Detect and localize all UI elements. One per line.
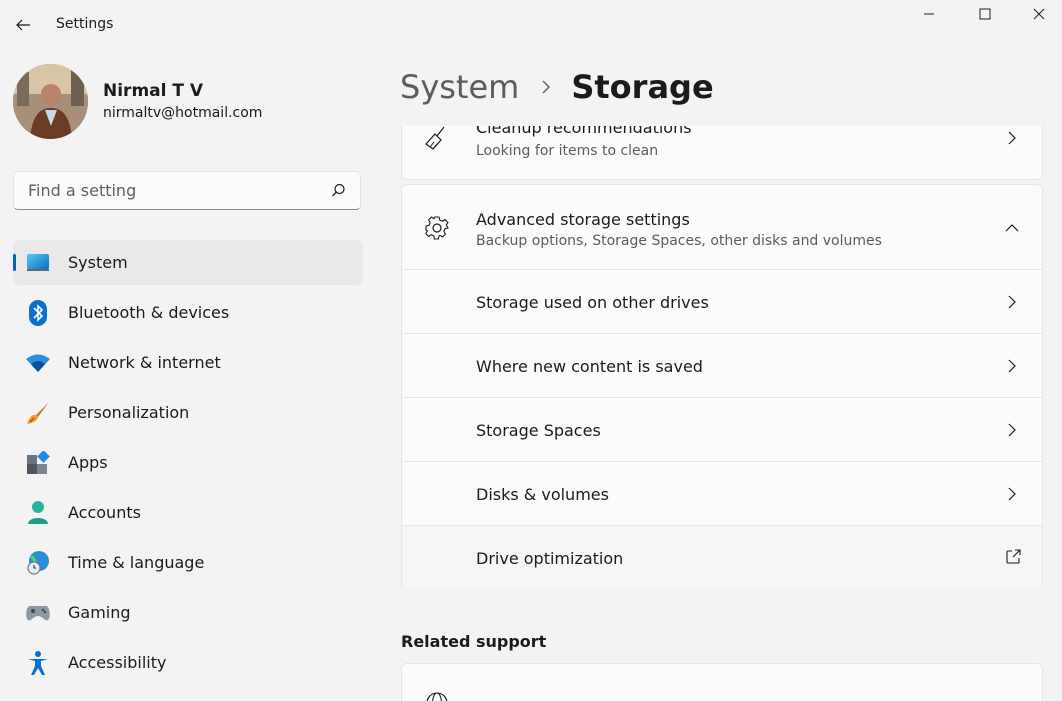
- globe-icon: [424, 690, 450, 701]
- sidebar-item-time-language[interactable]: Time & language: [13, 540, 363, 585]
- chevron-right-icon: [1004, 358, 1020, 374]
- wifi-icon: [25, 350, 51, 376]
- bluetooth-icon: [25, 300, 51, 326]
- window-title: Settings: [56, 16, 114, 32]
- page-title: Storage: [571, 68, 714, 106]
- user-name: Nirmal T V: [103, 81, 204, 101]
- chevron-right-icon: [1004, 422, 1020, 438]
- sidebar-item-label: Personalization: [68, 403, 190, 422]
- minimize-icon: [924, 13, 934, 15]
- disks-volumes-row[interactable]: Disks & volumes: [402, 461, 1042, 525]
- maximize-button[interactable]: [962, 0, 1008, 28]
- chevron-right-icon: [1004, 486, 1020, 502]
- external-link-icon: [1004, 548, 1022, 566]
- sidebar-item-bluetooth[interactable]: Bluetooth & devices: [13, 290, 363, 335]
- back-arrow-icon: [16, 19, 30, 31]
- sidebar-item-network[interactable]: Network & internet: [13, 340, 363, 385]
- advanced-storage-title: Advanced storage settings: [476, 210, 690, 229]
- sidebar-item-label: Gaming: [68, 603, 131, 622]
- user-email: nirmaltv@hotmail.com: [103, 105, 263, 121]
- cleanup-recommendations-card[interactable]: Cleanup recommendations Looking for item…: [401, 126, 1043, 180]
- sidebar-item-accessibility[interactable]: Accessibility: [13, 640, 363, 685]
- cleanup-title: Cleanup recommendations: [476, 126, 692, 137]
- related-support-card[interactable]: [401, 663, 1043, 701]
- brush-icon: [25, 400, 51, 426]
- row-label: Where new content is saved: [476, 357, 703, 376]
- avatar-photo-icon: [13, 64, 88, 139]
- sidebar-item-label: Network & internet: [68, 353, 221, 372]
- close-icon: [1033, 8, 1045, 20]
- back-button[interactable]: [8, 10, 38, 40]
- cleanup-subtitle: Looking for items to clean: [476, 143, 659, 159]
- active-indicator: [13, 254, 16, 271]
- accessibility-icon: [25, 650, 51, 676]
- globe-clock-icon: [25, 550, 51, 576]
- chevron-right-icon: [1004, 294, 1020, 310]
- advanced-storage-subtitle: Backup options, Storage Spaces, other di…: [476, 233, 882, 249]
- related-support-heading: Related support: [401, 632, 547, 651]
- system-icon: [25, 250, 51, 276]
- minimize-button[interactable]: [906, 0, 952, 28]
- sidebar-item-label: System: [68, 253, 128, 272]
- drive-optimization-row[interactable]: Drive optimization: [402, 525, 1042, 589]
- storage-spaces-row[interactable]: Storage Spaces: [402, 397, 1042, 461]
- search-input[interactable]: [26, 180, 330, 201]
- breadcrumb-parent[interactable]: System: [400, 68, 519, 106]
- sidebar-item-apps[interactable]: Apps: [13, 440, 363, 485]
- breadcrumb: System Storage: [400, 68, 714, 106]
- person-icon: [25, 500, 51, 526]
- gear-icon: [424, 215, 450, 241]
- gamepad-icon: [25, 600, 51, 626]
- apps-icon: [25, 450, 51, 476]
- breadcrumb-separator-icon: [541, 79, 551, 95]
- new-content-saved-row[interactable]: Where new content is saved: [402, 333, 1042, 397]
- row-label: Storage used on other drives: [476, 293, 709, 312]
- broom-icon: [424, 126, 450, 151]
- sidebar-item-label: Accessibility: [68, 653, 167, 672]
- storage-other-drives-row[interactable]: Storage used on other drives: [402, 269, 1042, 333]
- sidebar-item-gaming[interactable]: Gaming: [13, 590, 363, 635]
- maximize-icon: [979, 8, 991, 20]
- row-label: Disks & volumes: [476, 485, 609, 504]
- search-box[interactable]: [13, 171, 361, 210]
- sidebar-item-personalization[interactable]: Personalization: [13, 390, 363, 435]
- chevron-up-icon[interactable]: [1004, 220, 1020, 236]
- sidebar-item-accounts[interactable]: Accounts: [13, 490, 363, 535]
- sidebar-item-label: Time & language: [68, 553, 205, 572]
- advanced-storage-card: Advanced storage settings Backup options…: [401, 184, 1043, 589]
- search-icon[interactable]: [331, 183, 346, 198]
- sidebar-item-label: Bluetooth & devices: [68, 303, 230, 322]
- close-button[interactable]: [1016, 0, 1062, 28]
- advanced-storage-header[interactable]: Advanced storage settings Backup options…: [402, 185, 1042, 269]
- chevron-right-icon: [1004, 130, 1020, 146]
- sidebar-item-label: Apps: [68, 453, 108, 472]
- row-label: Storage Spaces: [476, 421, 601, 440]
- content-scroll-area[interactable]: Cleanup recommendations Looking for item…: [401, 126, 1043, 701]
- sidebar-item-label: Accounts: [68, 503, 141, 522]
- avatar[interactable]: [13, 64, 88, 139]
- sidebar-item-system[interactable]: System: [13, 240, 363, 285]
- row-label: Drive optimization: [476, 549, 624, 568]
